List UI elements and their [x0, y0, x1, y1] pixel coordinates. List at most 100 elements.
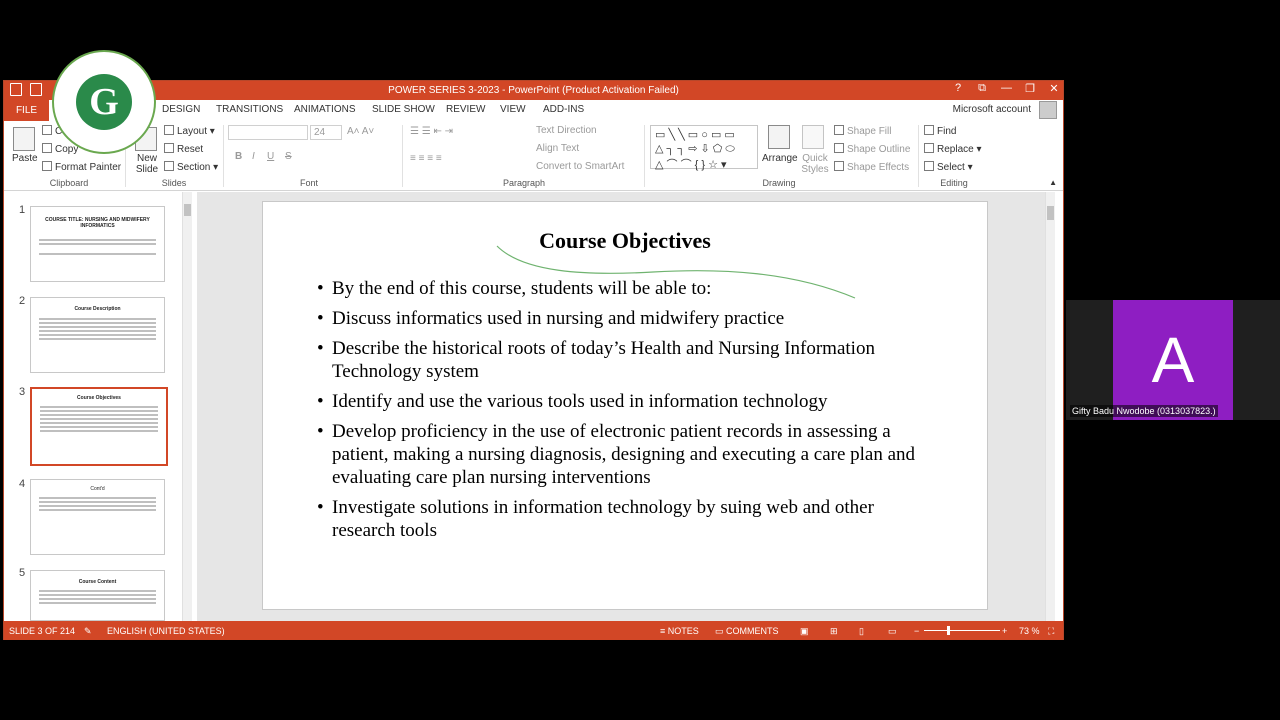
thumbnail-line — [39, 318, 156, 320]
language-indicator[interactable]: ENGLISH (UNITED STATES) — [107, 626, 225, 636]
spellcheck-icon[interactable]: ✎ — [84, 626, 92, 637]
arrange-icon[interactable] — [768, 125, 790, 149]
reset-button[interactable]: Reset — [164, 143, 203, 155]
zoom-out-button[interactable]: − — [914, 626, 919, 636]
bullet-item: Develop proficiency in the use of electr… — [317, 420, 937, 489]
bold-button[interactable]: B — [235, 151, 242, 162]
shape-icons: ▭ ╲ ╲ ▭ ○ ▭ ▭ — [655, 129, 735, 141]
replace-button[interactable]: Replace ▾ — [924, 143, 982, 155]
quick-styles-button[interactable]: Quick Styles — [799, 153, 831, 175]
account-menu[interactable]: Microsoft account — [953, 104, 1031, 115]
bullet-list[interactable]: By the end of this course, students will… — [317, 277, 937, 549]
quick-styles-icon[interactable] — [802, 125, 824, 149]
tab-design[interactable]: DESIGN — [162, 104, 200, 115]
format-painter-label: Format Painter — [55, 162, 122, 173]
account-avatar[interactable] — [1039, 101, 1057, 119]
shapes-gallery[interactable]: ▭ ╲ ╲ ▭ ○ ▭ ▭ △ ┐ ┐ ⇨ ⇩ ⬠ ⬭ △ ⌒ ⌒ { } ☆ … — [650, 125, 758, 171]
copy-button[interactable]: Copy — [42, 143, 78, 155]
slide-scrollbar[interactable] — [1045, 192, 1055, 621]
scroll-thumb[interactable] — [1047, 206, 1054, 220]
thumbnail-scrollbar[interactable] — [182, 192, 192, 621]
tab-slide-show[interactable]: SLIDE SHOW — [372, 104, 435, 115]
format-painter-button[interactable]: Format Painter — [42, 161, 121, 173]
thumbnail-line — [39, 505, 156, 507]
thumbnail-title: COURSE TITLE: NURSING AND MIDWIFERY INFO… — [45, 217, 150, 229]
paint-bucket-icon — [834, 125, 844, 135]
italic-button[interactable]: I — [252, 151, 255, 162]
underline-button[interactable]: U — [267, 151, 274, 162]
thumbnail-title: Course Content — [78, 579, 117, 585]
bullet-item: Investigate solutions in information tec… — [317, 496, 937, 542]
new-slide-button[interactable]: New Slide — [132, 153, 162, 175]
thumbnail-title: Course Description — [74, 306, 121, 312]
slide-thumbnail-5[interactable]: Course Content — [30, 570, 165, 621]
tab-add-ins[interactable]: ADD-INS — [543, 104, 584, 115]
close-button[interactable]: ✕ — [1049, 82, 1059, 95]
zoom-in-button[interactable]: + — [1002, 626, 1007, 636]
smartart-button[interactable]: Convert to SmartArt — [536, 161, 624, 172]
minimize-button[interactable]: — — [1001, 82, 1012, 95]
grow-font-icon[interactable]: A˄ A˅ — [347, 126, 374, 137]
comment-icon: ▭ — [715, 626, 727, 636]
bullet-item: Identify and use the various tools used … — [317, 390, 937, 413]
notes-button[interactable]: ≡ NOTES — [660, 626, 699, 636]
select-button[interactable]: Select ▾ — [924, 161, 973, 173]
slide-thumbnail-1[interactable]: COURSE TITLE: NURSING AND MIDWIFERY INFO… — [30, 206, 165, 282]
zoom-level[interactable]: 73 % — [1019, 626, 1040, 636]
zoom-slider-thumb[interactable] — [947, 626, 950, 635]
normal-view-icon[interactable]: ▣ — [800, 626, 809, 637]
current-slide[interactable]: Course Objectives By the end of this cou… — [262, 201, 988, 610]
find-button[interactable]: Find — [924, 125, 956, 137]
zoom-slider[interactable] — [924, 630, 1000, 631]
thumbnail-line — [39, 253, 156, 255]
collapse-ribbon-icon[interactable]: ▲ — [1049, 178, 1057, 187]
powerpoint-window: POWER SERIES 3-2023 - PowerPoint (Produc… — [3, 80, 1064, 640]
effects-icon — [834, 161, 844, 171]
slide-thumbnail-4[interactable]: Cont'd — [30, 479, 165, 555]
slide-thumbnail-3[interactable]: Course Objectives — [30, 387, 168, 466]
scroll-thumb[interactable] — [184, 204, 191, 216]
shape-outline-button[interactable]: Shape Outline — [834, 143, 910, 155]
font-size-box[interactable]: 24 — [310, 125, 342, 140]
strikethrough-button[interactable]: S — [285, 151, 292, 162]
arrange-button[interactable]: Arrange — [762, 153, 798, 164]
thumbnail-line — [39, 326, 156, 328]
section-button[interactable]: Section ▾ — [164, 161, 218, 173]
shape-effects-button[interactable]: Shape Effects — [834, 161, 909, 173]
slide-sorter-icon[interactable]: ⊞ — [830, 626, 838, 637]
paste-button[interactable]: Paste — [12, 153, 38, 164]
tab-transitions[interactable]: TRANSITIONS — [216, 104, 283, 115]
separator — [644, 125, 645, 187]
notes-label: NOTES — [667, 626, 699, 636]
help-button[interactable]: ? — [953, 82, 963, 95]
ribbon-display-button[interactable]: ⧉ — [977, 82, 987, 95]
slide-title[interactable]: Course Objectives — [263, 228, 987, 254]
comments-button[interactable]: ▭ COMMENTS — [715, 626, 779, 637]
reading-view-icon[interactable]: ▯ — [859, 626, 864, 637]
thumbnail-line — [39, 322, 156, 324]
restore-button[interactable]: ❐ — [1025, 82, 1035, 95]
copy-icon — [42, 143, 52, 153]
notes-icon: ≡ — [660, 626, 668, 636]
thumbnail-line — [39, 501, 156, 503]
tab-animations[interactable]: ANIMATIONS — [294, 104, 355, 115]
tab-view[interactable]: VIEW — [500, 104, 526, 115]
thumbnail-line — [40, 422, 158, 424]
text-direction-button[interactable]: Text Direction — [536, 125, 597, 136]
slideshow-icon[interactable]: ▭ — [888, 626, 897, 637]
align-text-button[interactable]: Align Text — [536, 143, 579, 154]
align-icons[interactable]: ≡ ≡ ≡ ≡ — [410, 153, 442, 164]
font-family-box[interactable] — [228, 125, 308, 140]
fit-slide-icon[interactable]: ⛶ — [1048, 626, 1054, 637]
layout-button[interactable]: Layout ▾ — [164, 125, 215, 137]
thumbnail-line — [39, 590, 156, 592]
participant-video-tile[interactable]: A Gifty Badu Nwodobe (0313037823.) — [1066, 300, 1280, 420]
tab-review[interactable]: REVIEW — [446, 104, 485, 115]
tab-file[interactable]: FILE — [4, 100, 49, 121]
thumbnail-line — [39, 239, 156, 241]
paste-icon[interactable] — [13, 127, 35, 151]
participant-avatar: A — [1113, 300, 1233, 420]
shape-fill-button[interactable]: Shape Fill — [834, 125, 891, 137]
bullets-icon[interactable]: ☰ ☰ ⇤ ⇥ — [410, 126, 453, 137]
slide-thumbnail-2[interactable]: Course Description — [30, 297, 165, 373]
